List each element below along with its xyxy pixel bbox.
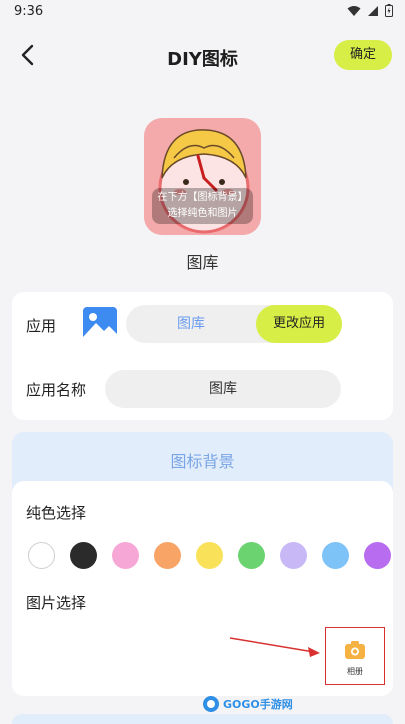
change-app-button[interactable]: 更改应用 — [256, 305, 342, 343]
app-switch-group: 图库 更改应用 — [126, 305, 342, 343]
preview-caption-line2: 选择纯色和图片 — [167, 208, 238, 219]
preview-caption-line1: 在下方【图标背景】 — [157, 192, 248, 203]
icon-preview: 在下方【图标背景】 选择纯色和图片 — [144, 118, 261, 235]
app-name-input[interactable]: 图库 — [105, 370, 341, 408]
current-app-pill[interactable]: 图库 — [126, 305, 256, 343]
app-name-label: 应用名称 — [26, 381, 87, 399]
image-select-label: 图片选择 — [26, 594, 87, 612]
gallery-app-icon — [83, 307, 117, 341]
confirm-button[interactable]: 确定 — [334, 40, 392, 70]
album-button[interactable]: 相册 — [325, 627, 385, 685]
red-arrow-annotation — [229, 637, 320, 657]
preview-caption: 在下方【图标背景】 选择纯色和图片 — [152, 188, 253, 224]
watermark: GOGO手游网 — [202, 693, 312, 715]
color-swatch-lavender[interactable] — [280, 542, 307, 569]
color-swatch-pink[interactable] — [112, 542, 139, 569]
battery-icon — [385, 4, 393, 17]
status-time: 9:36 — [14, 4, 44, 19]
watermark-logo-icon — [203, 696, 219, 712]
watermark-text: GOGO手游网 — [223, 698, 293, 711]
preview-app-name: 图库 — [186, 253, 219, 272]
color-swatch-black[interactable] — [70, 542, 97, 569]
color-swatch-light-blue[interactable] — [322, 542, 349, 569]
color-swatch-white[interactable] — [28, 542, 55, 569]
icon-background-title: 图标背景 — [170, 452, 235, 471]
color-swatch-orange[interactable] — [154, 542, 181, 569]
camera-icon — [345, 641, 365, 659]
signal-icon — [368, 5, 378, 16]
solid-color-label: 纯色选择 — [26, 504, 87, 522]
gallery-icon — [83, 307, 117, 341]
color-swatch-green[interactable] — [238, 542, 265, 569]
color-swatch-yellow[interactable] — [196, 542, 223, 569]
wifi-icon — [347, 5, 361, 16]
album-label: 相册 — [347, 667, 363, 676]
next-section-edge — [12, 714, 393, 724]
status-icons — [347, 4, 393, 17]
color-swatch-purple[interactable] — [364, 542, 391, 569]
app-row-label: 应用 — [26, 317, 57, 335]
